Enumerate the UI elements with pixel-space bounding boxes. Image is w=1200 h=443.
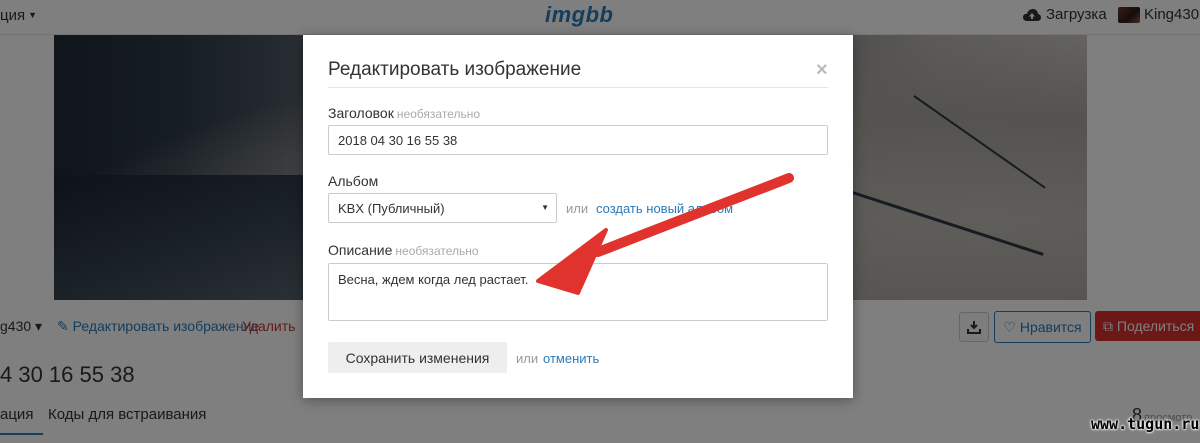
cancel-link[interactable]: отменить <box>543 351 599 366</box>
description-textarea[interactable]: Весна, ждем когда лед растает. <box>328 263 828 321</box>
album-select[interactable]: KBX (Публичный) ▼ <box>328 193 557 223</box>
or-text: или <box>566 201 589 216</box>
edit-image-modal: Редактировать изображение × Заголовок нео… <box>303 35 853 398</box>
watermark: www.tugun.ru <box>1091 415 1200 433</box>
description-field-label: Описание необязательно <box>328 242 479 258</box>
title-input[interactable]: 2018 04 30 16 55 38 <box>328 125 828 155</box>
album-selected-value: KBX (Публичный) <box>338 201 445 216</box>
save-changes-button[interactable]: Сохранить изменения <box>328 342 507 373</box>
divider <box>328 87 828 88</box>
title-field-label: Заголовок необязательно <box>328 105 481 121</box>
or-text: или <box>516 351 539 366</box>
album-field-label: Альбом <box>328 173 379 189</box>
create-album-link[interactable]: создать новый альбом <box>596 201 733 216</box>
modal-title: Редактировать изображение <box>328 59 582 80</box>
chevron-down-icon: ▼ <box>541 203 549 212</box>
close-icon[interactable]: × <box>816 60 828 80</box>
